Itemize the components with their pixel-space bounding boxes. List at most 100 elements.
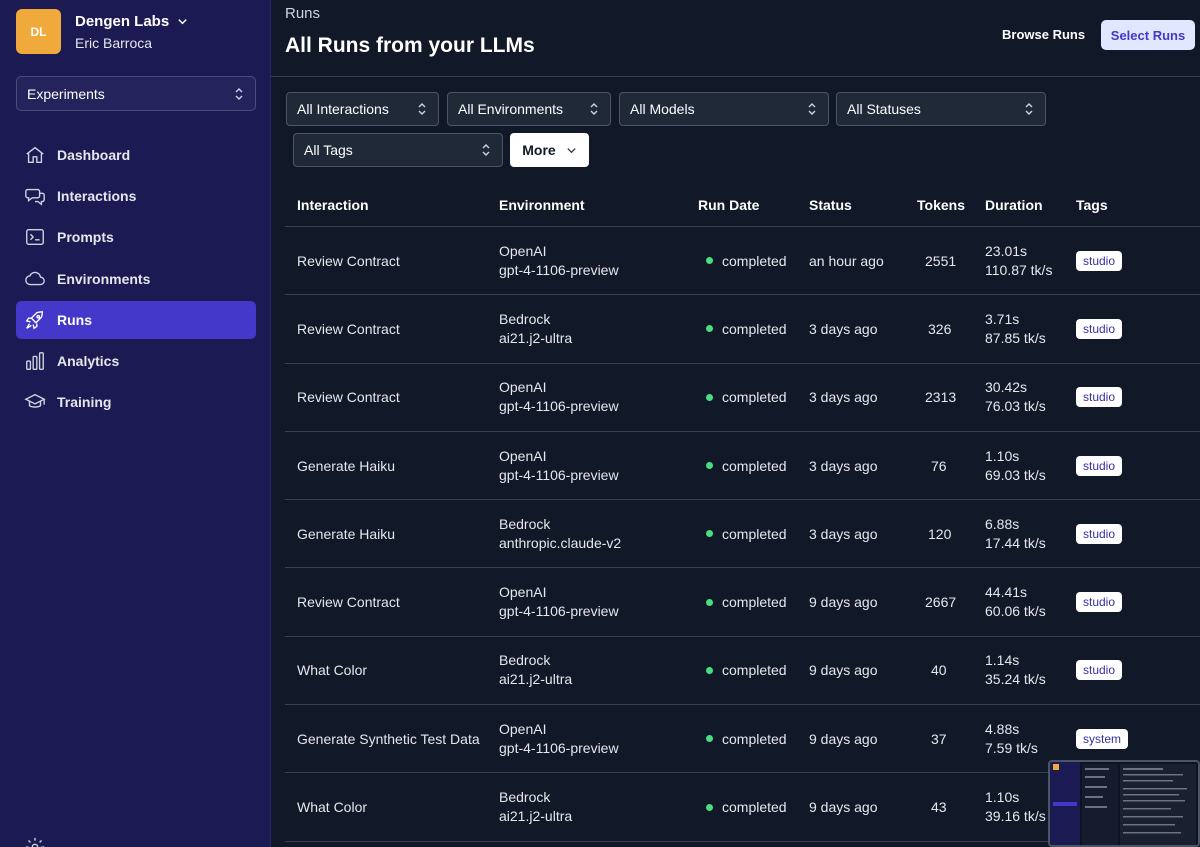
environment-cell: OpenAI gpt-4-1106-preview [499, 720, 619, 758]
chevron-up-down-icon [235, 87, 243, 100]
more-filters-label: More [522, 142, 556, 158]
env-provider: OpenAI [499, 720, 547, 737]
browse-runs-button[interactable]: Browse Runs [1002, 27, 1085, 42]
screenshot-thumbnail[interactable] [1048, 760, 1200, 847]
interaction-name[interactable]: Review Contract [297, 594, 400, 610]
column-header-duration[interactable]: Duration [985, 197, 1043, 213]
sidebar-item-runs[interactable]: Runs [16, 300, 256, 339]
token-count: 2551 [925, 252, 957, 269]
gear-icon[interactable] [24, 836, 46, 847]
column-header-status[interactable]: Status [809, 197, 852, 213]
run-status: completed [706, 526, 787, 542]
run-status: completed [706, 253, 787, 269]
tag-badge[interactable]: studio [1076, 592, 1123, 613]
env-model: anthropic.claude-v2 [499, 534, 622, 551]
duration: 4.88s [985, 720, 1020, 737]
status-dot [706, 666, 713, 674]
run-when: 9 days ago [809, 662, 878, 679]
chevron-up-down-icon [482, 144, 490, 156]
more-filters-button[interactable]: More [510, 133, 589, 167]
environments-filter[interactable]: All Environments [447, 92, 611, 126]
breadcrumb[interactable]: Runs [285, 5, 320, 22]
token-count: 2313 [925, 389, 957, 406]
interaction-name[interactable]: Review Contract [297, 321, 400, 337]
env-model: gpt-4-1106-preview [499, 261, 619, 278]
token-speed: 110.87 tk/s [985, 261, 1053, 278]
statuses-filter[interactable]: All Statuses [836, 92, 1046, 126]
token-speed: 69.03 tk/s [985, 466, 1046, 483]
column-header-tags[interactable]: Tags [1076, 197, 1108, 213]
token-speed: 17.44 tk/s [985, 534, 1046, 551]
tag-badge[interactable]: studio [1076, 455, 1123, 476]
tag-badge[interactable]: system [1076, 728, 1129, 749]
env-model: gpt-4-1106-preview [499, 466, 619, 483]
run-status: completed [706, 799, 787, 815]
run-status-label: completed [722, 320, 787, 337]
table-row[interactable]: Generate Haiku Bedrock anthropic.claude-v… [285, 500, 1200, 569]
table-row[interactable]: What Color Bedrock ai21.j2-ultra complete… [285, 637, 1200, 706]
interaction-name[interactable]: Generate Haiku [297, 458, 395, 474]
interaction-name[interactable]: What Color [297, 799, 367, 815]
project-select[interactable]: Experiments [16, 76, 256, 111]
interaction-name[interactable]: Generate Haiku [297, 526, 395, 542]
tag-badge[interactable]: studio [1076, 660, 1123, 681]
status-dot [706, 530, 713, 538]
sidebar-item-environments[interactable]: Environments [16, 260, 256, 298]
sidebar-item-interactions[interactable]: Interactions [16, 177, 256, 215]
environment-cell: OpenAI gpt-4-1106-preview [499, 583, 619, 621]
tags-filter[interactable]: All Tags [293, 133, 503, 167]
tag-badge[interactable]: studio [1076, 318, 1123, 339]
table-row[interactable]: Review Contract OpenAI gpt-4-1106-preview… [285, 364, 1200, 432]
chevron-up-down-icon [1025, 103, 1033, 115]
sidebar-item-label: Prompts [57, 229, 114, 246]
interaction-name[interactable]: Review Contract [297, 253, 400, 269]
run-status-label: completed [722, 594, 787, 611]
sidebar: DL Dengen Labs Eric Barroca Experiments … [0, 0, 271, 847]
duration-cell: 4.88s 7.59 tk/s [985, 720, 1038, 758]
org-switcher[interactable]: DL Dengen Labs Eric Barroca [16, 9, 188, 54]
tag-badge[interactable]: studio [1076, 387, 1123, 408]
duration-cell: 1.14s 35.24 tk/s [985, 651, 1046, 689]
select-runs-button[interactable]: Select Runs [1101, 20, 1195, 50]
env-provider: Bedrock [499, 515, 551, 532]
home-icon [26, 146, 44, 164]
models-filter[interactable]: All Models [619, 92, 829, 126]
table-row[interactable]: Review Contract Bedrock ai21.j2-ultra com… [285, 295, 1200, 364]
run-status-label: completed [722, 662, 787, 679]
interaction-name[interactable]: What Color [297, 662, 367, 678]
duration-cell: 23.01s 110.87 tk/s [985, 242, 1052, 280]
run-status-label: completed [722, 389, 787, 406]
table-row[interactable]: Generate Haiku OpenAI gpt-4-1106-preview … [285, 432, 1200, 501]
column-header-tokens[interactable]: Tokens [917, 197, 965, 213]
tag-badge[interactable]: studio [1076, 250, 1123, 271]
sidebar-item-prompts[interactable]: Prompts [16, 218, 256, 256]
env-provider: OpenAI [499, 379, 547, 396]
env-model: gpt-4-1106-preview [499, 398, 619, 415]
environment-cell: Bedrock ai21.j2-ultra [499, 788, 572, 826]
table-row[interactable]: Review Contract OpenAI gpt-4-1106-preview… [285, 227, 1200, 296]
token-count: 40 [931, 662, 947, 679]
sidebar-item-dashboard[interactable]: Dashboard [16, 136, 256, 174]
cloud-icon [25, 271, 45, 285]
run-status: completed [706, 389, 787, 405]
rocket-icon [25, 310, 44, 330]
user-name: Eric Barroca [75, 34, 153, 51]
table-row[interactable]: Review Contract OpenAI gpt-4-1106-preview… [285, 568, 1200, 637]
column-header-run-date[interactable]: Run Date [698, 197, 759, 213]
sidebar-item-analytics[interactable]: Analytics [16, 342, 256, 380]
column-header-environment[interactable]: Environment [499, 197, 585, 213]
token-speed: 60.06 tk/s [985, 603, 1046, 620]
chat-bubbles-icon [25, 189, 45, 206]
sidebar-item-training[interactable]: Training [16, 383, 256, 421]
env-model: ai21.j2-ultra [499, 671, 573, 688]
interaction-name[interactable]: Generate Synthetic Test Data [297, 731, 480, 747]
tag-badge[interactable]: studio [1076, 523, 1123, 544]
sidebar-item-label: Analytics [57, 352, 120, 369]
column-header-interaction[interactable]: Interaction [297, 197, 369, 213]
duration: 3.71s [985, 310, 1020, 327]
run-status: completed [706, 662, 787, 678]
run-status: completed [706, 458, 787, 474]
interaction-name[interactable]: Review Contract [297, 389, 400, 405]
duration-cell: 1.10s 39.16 tk/s [985, 788, 1046, 826]
interactions-filter[interactable]: All Interactions [286, 92, 439, 126]
